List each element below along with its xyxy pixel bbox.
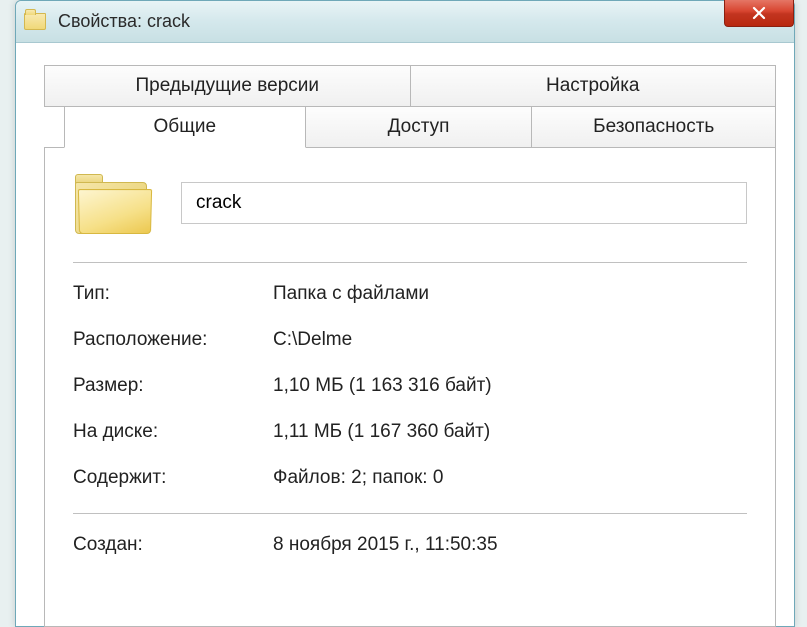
close-icon <box>751 5 767 21</box>
created-row: Создан: 8 ноября 2015 г., 11:50:35 <box>73 534 747 556</box>
location-label: Расположение: <box>73 329 273 351</box>
size-value: 1,10 МБ (1 163 316 байт) <box>273 375 747 397</box>
close-button[interactable] <box>724 0 794 27</box>
tabs-row-top: Предыдущие версии Настройка <box>44 65 776 107</box>
titlebar[interactable]: Свойства: crack <box>16 1 794 43</box>
created-value: 8 ноября 2015 г., 11:50:35 <box>273 534 747 556</box>
location-value: C:\Delme <box>273 329 747 351</box>
tab-general[interactable]: Общие <box>64 106 306 148</box>
folder-icon-large <box>73 172 151 234</box>
created-label: Создан: <box>73 534 273 556</box>
window-title: Свойства: crack <box>58 11 786 32</box>
contains-row: Содержит: Файлов: 2; папок: 0 <box>73 467 747 489</box>
size-on-disk-value: 1,11 МБ (1 167 360 байт) <box>273 421 747 443</box>
contains-value: Файлов: 2; папок: 0 <box>273 467 747 489</box>
divider <box>73 262 747 263</box>
folder-icon <box>24 10 48 34</box>
folder-name-input[interactable] <box>181 182 747 224</box>
tab-security[interactable]: Безопасность <box>532 106 776 148</box>
general-panel: Тип: Папка с файлами Расположение: C:\De… <box>44 147 776 627</box>
window-body: Предыдущие версии Настройка Общие Доступ… <box>16 43 794 626</box>
location-row: Расположение: C:\Delme <box>73 329 747 351</box>
size-on-disk-label: На диске: <box>73 421 273 443</box>
tab-customize[interactable]: Настройка <box>411 65 777 107</box>
tab-previous-versions[interactable]: Предыдущие версии <box>44 65 411 107</box>
type-label: Тип: <box>73 283 273 305</box>
type-row: Тип: Папка с файлами <box>73 283 747 305</box>
contains-label: Содержит: <box>73 467 273 489</box>
size-on-disk-row: На диске: 1,11 МБ (1 167 360 байт) <box>73 421 747 443</box>
tabs-row-bottom: Общие Доступ Безопасность <box>44 106 776 148</box>
size-label: Размер: <box>73 375 273 397</box>
folder-name-row <box>73 172 747 234</box>
type-value: Папка с файлами <box>273 283 747 305</box>
size-row: Размер: 1,10 МБ (1 163 316 байт) <box>73 375 747 397</box>
properties-dialog: Свойства: crack Предыдущие версии Настро… <box>15 0 795 627</box>
divider <box>73 513 747 514</box>
tab-sharing[interactable]: Доступ <box>306 106 533 148</box>
